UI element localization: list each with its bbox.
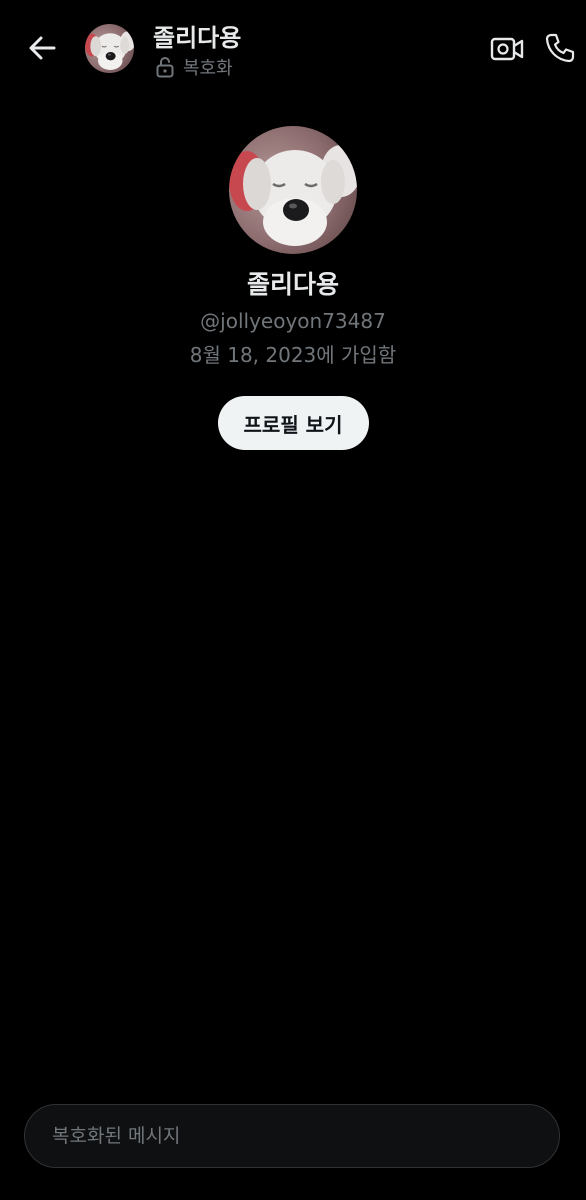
- encryption-status[interactable]: 복호화: [155, 55, 233, 79]
- message-input[interactable]: [50, 1124, 534, 1148]
- unlock-icon: [156, 57, 174, 78]
- profile-name: 졸리다용: [246, 270, 339, 299]
- profile-handle: @jollyeoyon73487: [200, 309, 386, 333]
- conversation-title[interactable]: 졸리다용: [153, 18, 241, 53]
- avatar[interactable]: [85, 24, 134, 73]
- encryption-label: 복호화: [183, 58, 233, 79]
- view-profile-button[interactable]: 프로필 보기: [217, 396, 369, 450]
- conversation-header: 졸리다용 복호화: [0, 0, 586, 96]
- voice-call-button[interactable]: [540, 28, 580, 68]
- profile-summary: 졸리다용 @jollyeoyon73487 8월 18, 2023에 가입함 프…: [0, 126, 586, 450]
- video-call-button[interactable]: [487, 30, 527, 68]
- arrow-left-icon: [29, 36, 56, 60]
- profile-avatar[interactable]: [229, 126, 357, 254]
- back-button[interactable]: [20, 28, 64, 68]
- video-call-icon: [490, 37, 524, 61]
- profile-joined-date: 8월 18, 2023에 가입함: [189, 343, 397, 367]
- puppy-avatar-image: [85, 24, 134, 73]
- puppy-avatar-image: [229, 126, 357, 254]
- message-composer[interactable]: [24, 1104, 560, 1168]
- phone-call-icon: [545, 33, 575, 63]
